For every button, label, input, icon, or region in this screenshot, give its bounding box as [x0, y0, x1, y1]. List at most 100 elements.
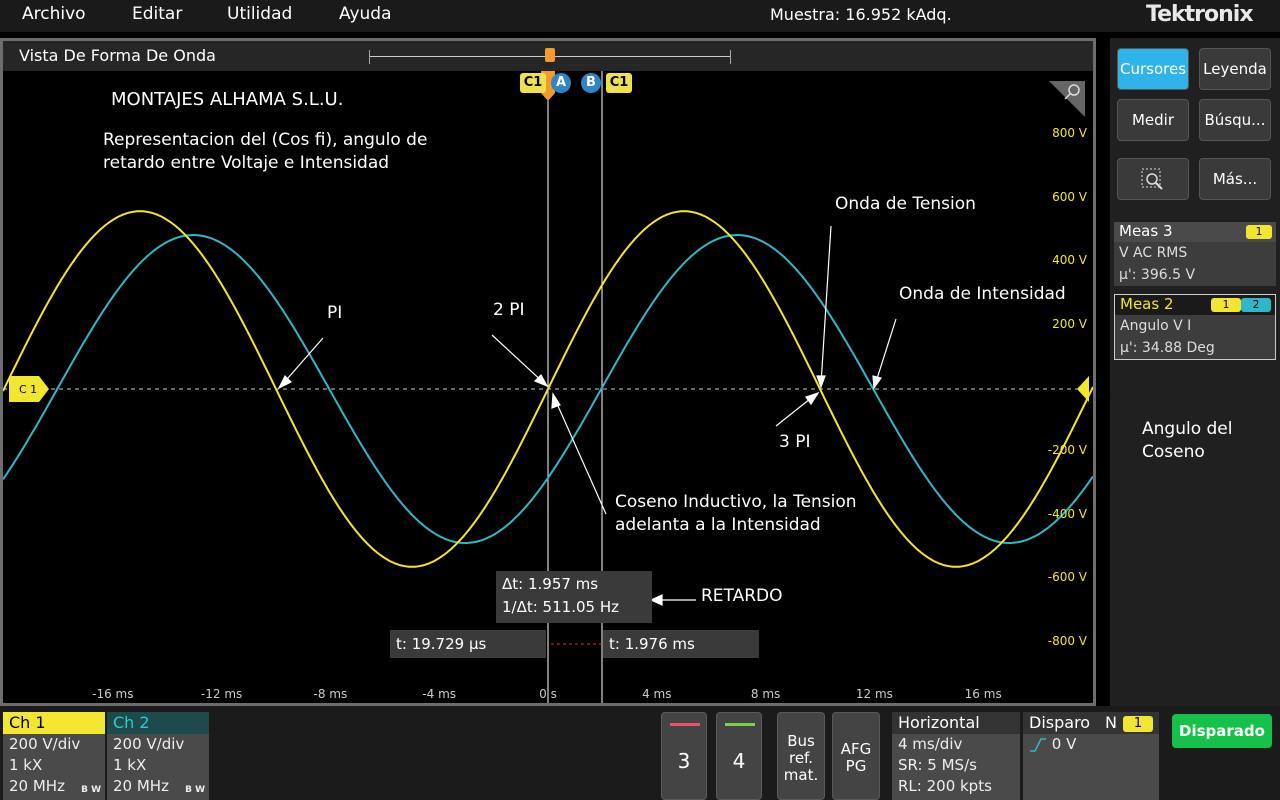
x-tick-label: -16 ms	[92, 687, 133, 701]
rising-edge-icon	[1030, 737, 1046, 752]
horizontal-scale: 4 ms/div	[898, 735, 963, 753]
zoom-button[interactable]	[1117, 158, 1189, 200]
ch4-label: 4	[732, 749, 746, 773]
x-tick-label: 8 ms	[751, 687, 780, 701]
ch1-bw-limit-icon: B W	[81, 785, 101, 795]
search-button[interactable]: Búsqu...	[1199, 99, 1271, 141]
meas3-title: Meas 3	[1119, 222, 1173, 240]
trigger-position-handle[interactable]	[545, 48, 555, 62]
inductive-line2: adelanta a la Intensidad	[615, 515, 821, 535]
meas3-card[interactable]: Meas 3 1 V AC RMS µ': 396.5 V	[1114, 222, 1276, 286]
x-tick-label: 16 ms	[965, 687, 1002, 701]
meas2-title: Meas 2	[1120, 295, 1174, 313]
y-tick-label: -600 V	[1048, 570, 1088, 584]
delay-label: RETARDO	[701, 586, 783, 606]
y-tick-label: -800 V	[1048, 634, 1088, 648]
three-pi-label: 3 PI	[779, 432, 811, 452]
x-axis-ticks: -16 ms -12 ms -8 ms -4 ms 0 s 4 ms 8 ms 12 ms 16…	[92, 687, 1002, 701]
ch2-bandwidth: 20 MHz	[113, 777, 169, 795]
more-button[interactable]: Más...	[1199, 158, 1271, 200]
pi-label: PI	[327, 303, 343, 323]
menu-utilidad[interactable]: Utilidad	[227, 4, 292, 24]
menu-ayuda[interactable]: Ayuda	[339, 4, 392, 24]
y-tick-label: -400 V	[1048, 507, 1088, 521]
zoom-corner-icon	[1049, 81, 1085, 117]
ch1-bandwidth-row: 20 MHz B W	[3, 776, 105, 797]
math-label: mat.	[783, 766, 819, 784]
y-tick-label: 200 V	[1052, 317, 1088, 331]
voltage-wave-label: Onda de Tension	[835, 194, 976, 214]
menu-editar[interactable]: Editar	[132, 4, 182, 24]
waveform-title: Vista De Forma De Onda	[19, 46, 216, 65]
cursor-tag-b[interactable]: B	[581, 73, 601, 93]
inv-delta-t-value: 1/Δt: 511.05 Hz	[502, 598, 619, 616]
ch4-button[interactable]: 4	[716, 712, 762, 800]
company-label: MONTAJES ALHAMA S.L.U.	[111, 89, 344, 110]
y-tick-label: -200 V	[1048, 443, 1088, 457]
trigger-level-row: 0 V	[1023, 734, 1159, 755]
bus-ref-math-button[interactable]: Bus ref. mat.	[777, 712, 825, 800]
ch2-impedance: 1 kX	[113, 756, 147, 774]
horizontal-badge[interactable]: Horizontal 4 ms/div SR: 5 MS/s RL: 200 k…	[892, 712, 1020, 800]
trigger-badge[interactable]: Disparo N 1 0 V	[1023, 712, 1159, 800]
record-timebar[interactable]	[369, 48, 731, 64]
waveform-view[interactable]: Vista De Forma De Onda C 1 800 V 600 V 4…	[0, 38, 1096, 706]
meas2-type: Angulo V I	[1120, 318, 1192, 334]
ch3-button[interactable]: 3	[661, 712, 707, 800]
angle-label-line2: Coseno	[1142, 442, 1205, 462]
acquisition-status[interactable]: Disparado	[1172, 714, 1272, 748]
y-tick-label: 600 V	[1052, 190, 1088, 204]
pg-label: PG	[845, 757, 867, 775]
bus-label: Bus	[787, 732, 815, 750]
trigger-title: Disparo	[1029, 713, 1091, 732]
afg-label: AFG	[840, 740, 872, 758]
afg-button[interactable]: AFG PG	[832, 712, 880, 800]
ch2-scale: 200 V/div	[113, 735, 185, 753]
menu-archivo[interactable]: Archivo	[22, 4, 86, 24]
legend-button[interactable]: Leyenda	[1199, 48, 1271, 90]
angle-label-line1: Angulo del	[1142, 419, 1233, 439]
cursor-a-readout[interactable]: t: 19.729 µs	[390, 630, 546, 658]
y-tick-label: 400 V	[1052, 253, 1088, 267]
inductive-line1: Coseno Inductivo, la Tension	[615, 492, 857, 512]
ch1-marker-label: C 1	[19, 383, 37, 396]
trigger-mode: N	[1105, 713, 1117, 732]
x-tick-label: 0 s	[539, 687, 557, 701]
trigger-level: 0 V	[1051, 735, 1077, 753]
ch1-title: Ch 1	[3, 712, 105, 734]
meas2-value: µ': 34.88 Deg	[1120, 340, 1215, 356]
current-wave-label: Onda de Intensidad	[899, 284, 1066, 304]
meas2-card[interactable]: Meas 2 1 2 Angulo V I µ': 34.88 Deg	[1114, 294, 1276, 360]
trigger-header: Disparo N 1	[1023, 712, 1159, 734]
ch4-color-bar	[725, 723, 755, 726]
right-side-panel: Cursores Leyenda Medir Búsqu... Más... M…	[1110, 38, 1280, 706]
cursor-b-readout[interactable]: t: 1.976 ms	[603, 630, 759, 658]
ch1-bandwidth: 20 MHz	[9, 777, 65, 795]
delta-t-value: Δt: 1.957 ms	[502, 575, 599, 593]
two-pi-label: 2 PI	[493, 300, 525, 320]
x-tick-label: -12 ms	[201, 687, 242, 701]
x-tick-label: -4 ms	[422, 687, 456, 701]
cursor-tag-a[interactable]: A	[551, 73, 571, 93]
ch2-badge[interactable]: Ch 2 200 V/div 1 kX 20 MHz B W	[107, 712, 209, 800]
ch1-badge[interactable]: Ch 1 200 V/div 1 kX 20 MHz B W	[3, 712, 105, 800]
meas3-source-badge: 1	[1246, 225, 1272, 239]
ch2-bandwidth-row: 20 MHz B W	[107, 776, 209, 797]
x-tick-label: 4 ms	[642, 687, 671, 701]
description-line1: Representacion del (Cos fi), angulo de	[103, 130, 428, 150]
cursor-tag-c1-left[interactable]: C1	[520, 73, 546, 93]
meas3-header: Meas 3 1	[1114, 222, 1276, 242]
sample-count: Muestra: 16.952 kAdq.	[770, 5, 952, 24]
measure-button[interactable]: Medir	[1117, 99, 1189, 141]
ch2-bw-limit-icon: B W	[185, 785, 205, 795]
cursors-button[interactable]: Cursores	[1117, 48, 1189, 90]
cursor-delta-readout[interactable]: Δt: 1.957 ms 1/Δt: 511.05 Hz	[496, 571, 652, 623]
x-tick-label: -8 ms	[314, 687, 348, 701]
ch3-label: 3	[677, 749, 691, 773]
menu-bar: Archivo Editar Utilidad Ayuda Muestra: 1…	[0, 0, 1280, 32]
ch1-impedance: 1 kX	[9, 756, 43, 774]
cursor-tag-c1-right[interactable]: C1	[606, 73, 632, 93]
meas2-source-badge-1: 1	[1211, 298, 1241, 312]
waveform-title-bar: Vista De Forma De Onda	[3, 41, 1093, 71]
meas3-type: V AC RMS	[1119, 245, 1188, 261]
